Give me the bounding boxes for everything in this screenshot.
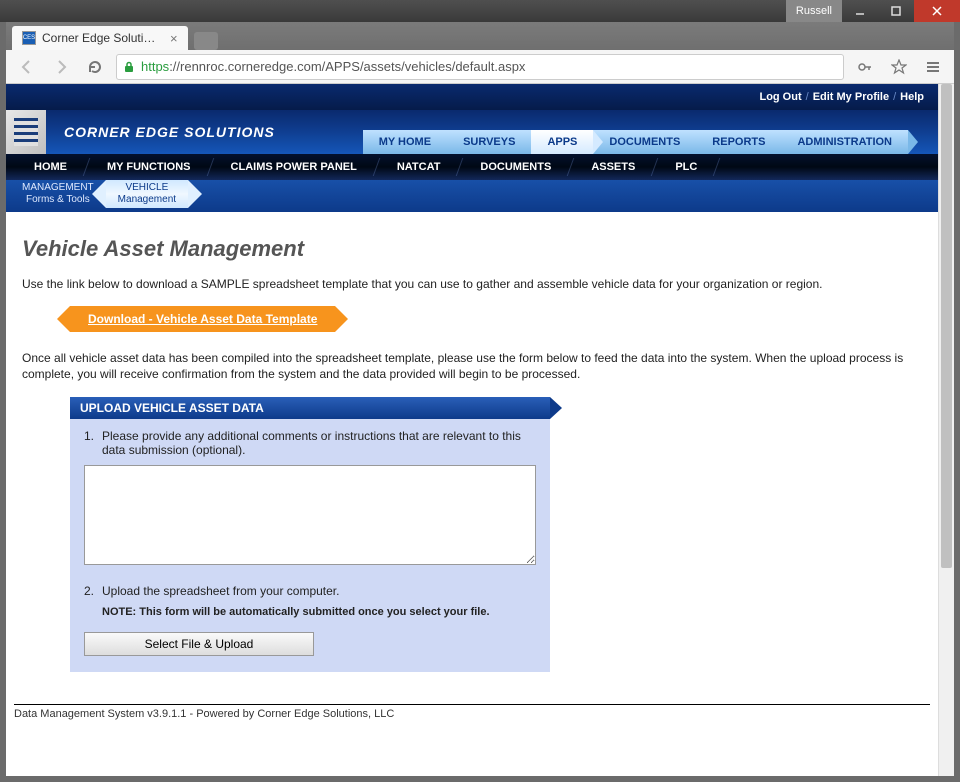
window-minimize-button[interactable] (842, 0, 878, 22)
nav-natcat[interactable]: NATCAT (377, 154, 461, 180)
nav-home[interactable]: HOME (14, 154, 87, 180)
step-2-number: 2. (84, 584, 102, 598)
top-tab-documents[interactable]: DOCUMENTS (593, 130, 696, 154)
nav-assets[interactable]: ASSETS (571, 154, 655, 180)
step-2-text: Upload the spreadsheet from your compute… (102, 584, 536, 598)
browser-menu-icon[interactable] (920, 54, 946, 80)
window-maximize-button[interactable] (878, 0, 914, 22)
utility-nav: Log Out / Edit My Profile / Help (6, 84, 938, 110)
step-1: 1. Please provide any additional comment… (84, 429, 536, 457)
intro-paragraph-1: Use the link below to download a SAMPLE … (22, 276, 922, 292)
primary-nav: HOMEMY FUNCTIONSCLAIMS POWER PANELNATCAT… (6, 154, 938, 180)
tab-close-icon[interactable]: × (170, 31, 178, 46)
brand-bar: CORNER EDGE SOLUTIONS MY HOMESURVEYSAPPS… (6, 110, 938, 154)
scrollbar-thumb[interactable] (941, 84, 952, 568)
bookmark-star-icon[interactable] (886, 54, 912, 80)
os-user-label: Russell (786, 0, 842, 22)
main-content: Vehicle Asset Management Use the link be… (6, 212, 938, 684)
nav-claims-power-panel[interactable]: CLAIMS POWER PANEL (211, 154, 377, 180)
nav-my-functions[interactable]: MY FUNCTIONS (87, 154, 211, 180)
page-title: Vehicle Asset Management (22, 236, 922, 262)
forward-button[interactable] (48, 54, 74, 80)
secondary-nav: MANAGEMENTForms & ToolsVEHICLEManagement (6, 180, 938, 212)
tab-title: Corner Edge Solutions: Da (42, 31, 162, 45)
address-bar[interactable]: https://rennroc.corneredge.com/APPS/asse… (116, 54, 844, 80)
window-close-button[interactable] (914, 0, 960, 22)
top-tab-reports[interactable]: REPORTS (696, 130, 781, 154)
new-tab-button[interactable] (194, 32, 218, 50)
back-button[interactable] (14, 54, 40, 80)
reload-button[interactable] (82, 54, 108, 80)
top-tab-apps[interactable]: APPS (531, 130, 593, 154)
nav-documents[interactable]: DOCUMENTS (460, 154, 571, 180)
nav-plc[interactable]: PLC (655, 154, 717, 180)
url-path: ://rennroc.corneredge.com/APPS/assets/ve… (169, 59, 525, 74)
step-1-number: 1. (84, 429, 102, 457)
logout-link[interactable]: Log Out (759, 91, 801, 103)
top-tab-my-home[interactable]: MY HOME (363, 130, 447, 154)
browser-tabstrip: CES Corner Edge Solutions: Da × (6, 22, 954, 50)
intro-paragraph-2: Once all vehicle asset data has been com… (22, 350, 922, 382)
lock-icon (123, 61, 135, 73)
key-icon[interactable] (852, 54, 878, 80)
vertical-scrollbar[interactable] (938, 84, 954, 776)
form-note: NOTE: This form will be automatically su… (102, 606, 536, 618)
select-file-upload-button[interactable]: Select File & Upload (84, 632, 314, 656)
browser-toolbar: https://rennroc.corneredge.com/APPS/asse… (6, 50, 954, 84)
step-2: 2. Upload the spreadsheet from your comp… (84, 584, 536, 598)
top-tab-surveys[interactable]: SURVEYS (447, 130, 531, 154)
page-body: Log Out / Edit My Profile / Help CORNER … (6, 84, 938, 776)
browser-tab[interactable]: CES Corner Edge Solutions: Da × (12, 26, 188, 50)
help-link[interactable]: Help (900, 91, 924, 103)
step-1-text: Please provide any additional comments o… (102, 429, 536, 457)
top-tab-administration[interactable]: ADMINISTRATION (781, 130, 908, 154)
panel-header: UPLOAD VEHICLE ASSET DATA (70, 397, 550, 419)
window-titlebar: Russell (0, 0, 960, 22)
logo-icon (6, 110, 46, 154)
page-footer: Data Management System v3.9.1.1 - Powere… (14, 704, 930, 720)
upload-panel: UPLOAD VEHICLE ASSET DATA 1. Please prov… (70, 397, 550, 672)
download-template-button[interactable]: Download - Vehicle Asset Data Template (70, 306, 335, 332)
comments-textarea[interactable] (84, 465, 536, 565)
browser-window: CES Corner Edge Solutions: Da × https://… (0, 22, 960, 782)
url-scheme: https (141, 59, 169, 74)
brand-text: CORNER EDGE SOLUTIONS (64, 124, 275, 140)
favicon-icon: CES (22, 31, 36, 45)
edit-profile-link[interactable]: Edit My Profile (813, 91, 889, 103)
subnav-vehicle[interactable]: VEHICLEManagement (106, 180, 188, 208)
